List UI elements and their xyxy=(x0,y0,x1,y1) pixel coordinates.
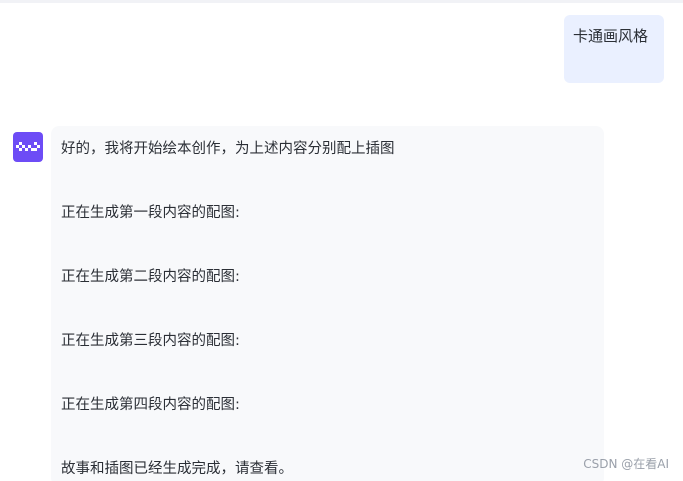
assistant-avatar xyxy=(13,132,43,162)
assistant-logo-icon xyxy=(16,142,40,151)
user-message-bubble: 卡通画风格 xyxy=(564,15,664,83)
assistant-intro-text: 好的，我将开始绘本创作，为上述内容分别配上插图 xyxy=(61,141,395,157)
assistant-message-bubble: 好的，我将开始绘本创作，为上述内容分别配上插图 正在生成第一段内容的配图: 正在… xyxy=(51,126,604,481)
assistant-status-line-4: 正在生成第四段内容的配图: xyxy=(61,397,240,413)
assistant-complete-text: 故事和插图已经生成完成，请查看。 xyxy=(61,461,293,477)
assistant-status-line-3: 正在生成第三段内容的配图: xyxy=(61,333,240,349)
assistant-status-line-1: 正在生成第一段内容的配图: xyxy=(61,205,240,221)
chat-page: 卡通画风格 好的，我将开始绘本创作，为上述内容分别配上插图 正在生成第一段内容的… xyxy=(0,0,683,481)
csdn-watermark: CSDN @在看AI xyxy=(583,457,669,471)
top-divider xyxy=(0,0,683,3)
user-message-text: 卡通画风格 xyxy=(573,27,649,45)
assistant-status-line-2: 正在生成第二段内容的配图: xyxy=(61,269,240,285)
